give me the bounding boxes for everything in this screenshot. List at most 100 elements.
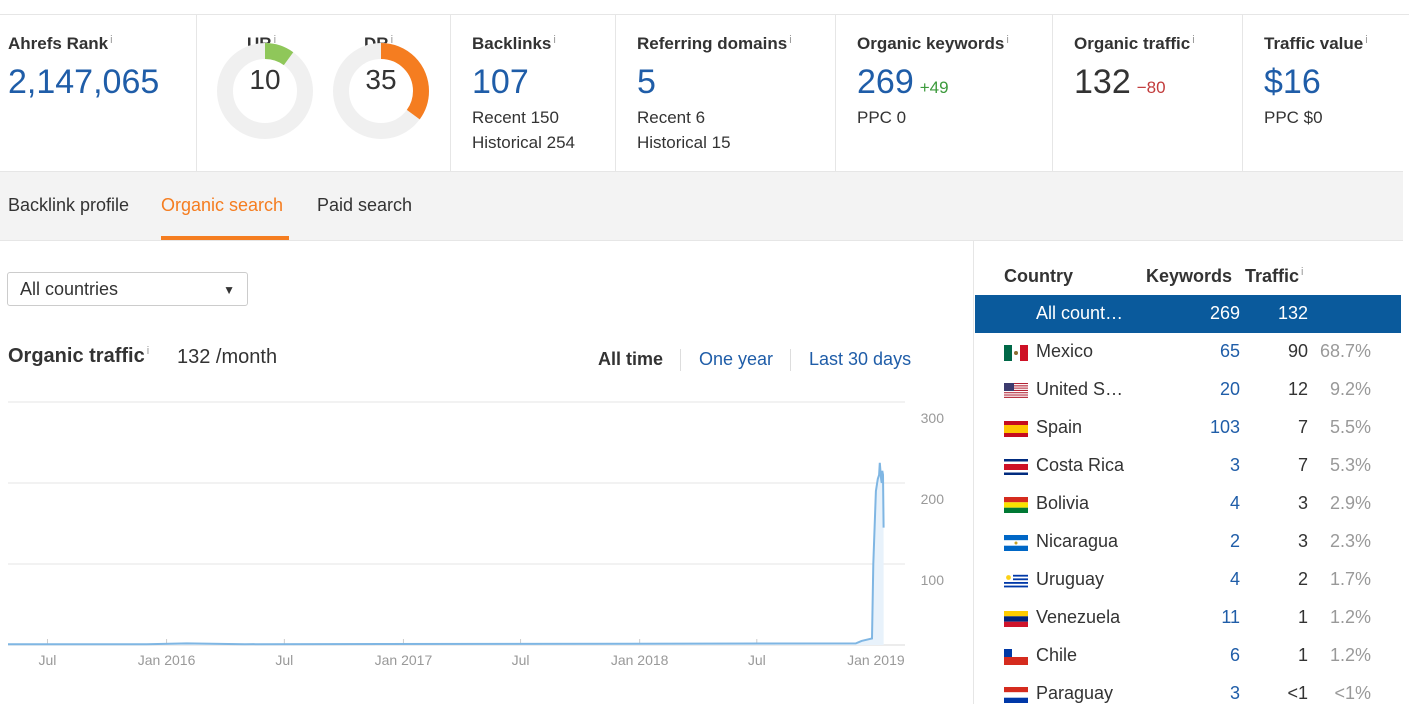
table-row[interactable]: Nicaragua 2 3 2.3% <box>975 523 1401 561</box>
row-country: All count… <box>1036 303 1124 323</box>
table-row[interactable]: Paraguay 3 <1 <1% <box>975 675 1401 713</box>
x-tick-label: Jan 2017 <box>375 652 433 668</box>
table-row[interactable]: Spain 103 7 5.5% <box>975 409 1401 447</box>
row-traffic-share: 2.9% <box>1329 493 1371 513</box>
row-traffic-share: 1.7% <box>1329 569 1371 589</box>
metric-ur-dr: UR i 10 DR i 35 <box>197 15 451 171</box>
row-traffic-share: 5.5% <box>1329 417 1371 437</box>
info-icon[interactable]: i <box>1365 34 1367 46</box>
referring-domains-value[interactable]: 5 <box>637 63 656 102</box>
y-tick-label: 300 <box>921 410 945 426</box>
organic-keywords-ppc: PPC 0 <box>857 108 907 127</box>
country-table: Country Keywords Traffic i All count… 269 1… <box>975 241 1403 704</box>
x-tick-label: Jul <box>748 652 766 668</box>
range-one-year[interactable]: One year <box>699 349 773 370</box>
flag-cr-icon <box>1004 459 1028 475</box>
row-country: Mexico <box>1036 341 1094 361</box>
x-tick-label: Jul <box>512 652 530 668</box>
header-country[interactable]: Country <box>1004 266 1073 287</box>
traffic-line <box>8 462 885 646</box>
table-row[interactable]: Uruguay 4 2 1.7% <box>975 561 1401 599</box>
country-select[interactable]: All countries ▼ <box>7 272 248 306</box>
table-row[interactable]: Costa Rica 3 7 5.3% <box>975 447 1401 485</box>
metric-label: Backlinks i <box>472 34 556 53</box>
flag-mx-icon <box>1004 345 1028 361</box>
organic-traffic-monthly: 132 /month <box>177 346 278 368</box>
backlinks-historical: Historical 254 <box>472 133 575 152</box>
row-keywords[interactable]: 103 <box>1210 417 1240 438</box>
info-icon[interactable]: i <box>1301 266 1303 278</box>
row-country: Venezuela <box>1036 607 1121 627</box>
row-keywords[interactable]: 6 <box>1230 645 1240 666</box>
metric-backlinks: Backlinks i 107 Recent 150 Historical 254 <box>451 15 616 171</box>
caret-down-icon: ▼ <box>223 283 235 297</box>
table-row[interactable]: Venezuela 11 1 1.2% <box>975 599 1401 637</box>
ahrefs-rank-value[interactable]: 2,147,065 <box>8 63 159 102</box>
flag-py-icon <box>1004 687 1028 703</box>
metric-label: Referring domains i <box>637 34 792 53</box>
organic-traffic-chart[interactable]: 100 200 300 Jul Jan 2016 Jul Jan 2017 Jul Jan 20… <box>0 396 960 701</box>
dr-value: 35 <box>365 64 397 95</box>
referring-domains-recent: Recent 6 <box>637 108 706 127</box>
row-traffic-share: 5.3% <box>1329 455 1371 475</box>
header-traffic[interactable]: Traffic i <box>1245 266 1303 287</box>
info-icon[interactable]: i <box>147 345 149 357</box>
table-row[interactable]: Bolivia 4 3 2.9% <box>975 485 1401 523</box>
country-select-value: All countries <box>20 279 119 299</box>
row-keywords[interactable]: 3 <box>1230 455 1240 476</box>
row-keywords[interactable]: 2 <box>1230 531 1240 552</box>
row-traffic: 132 <box>1277 303 1308 323</box>
table-row-selected[interactable]: All count… 269 132 <box>975 295 1401 333</box>
header-keywords[interactable]: Keywords <box>1146 266 1232 287</box>
row-keywords[interactable]: 11 <box>1221 607 1240 628</box>
metric-label: Organic keywords i <box>857 34 1009 53</box>
row-traffic: 12 <box>1287 379 1308 399</box>
row-keywords[interactable]: 269 <box>1210 303 1240 324</box>
info-icon[interactable]: i <box>553 34 555 46</box>
panel-divider <box>973 241 974 704</box>
info-icon[interactable]: i <box>110 34 112 46</box>
flag-ve-icon <box>1004 611 1028 627</box>
backlinks-recent: Recent 150 <box>472 108 559 127</box>
organic-traffic-number: 132 <box>1074 63 1131 101</box>
range-all-time[interactable]: All time <box>598 349 663 370</box>
organic-keywords-value: 269 +49 <box>857 63 949 102</box>
row-keywords[interactable]: 4 <box>1230 493 1240 514</box>
row-country: Uruguay <box>1036 569 1105 589</box>
metric-organic-traffic: Organic traffic i 132 −80 <box>1053 15 1243 171</box>
row-traffic-share: 2.3% <box>1329 531 1371 551</box>
row-keywords[interactable]: 3 <box>1230 683 1240 704</box>
backlinks-value[interactable]: 107 <box>472 63 529 102</box>
row-country: Chile <box>1036 645 1078 665</box>
info-icon[interactable]: i <box>789 34 791 46</box>
x-tick-label: Jul <box>275 652 293 668</box>
tab-organic-search[interactable]: Organic search <box>161 195 283 216</box>
table-row[interactable]: Mexico 65 90 68.7% <box>975 333 1401 371</box>
flag-uy-icon <box>1004 573 1028 589</box>
tab-backlink-profile[interactable]: Backlink profile <box>8 195 129 216</box>
range-last-30-days[interactable]: Last 30 days <box>809 349 911 370</box>
row-keywords[interactable]: 20 <box>1220 379 1240 400</box>
row-traffic-share: <1% <box>1334 683 1371 703</box>
row-traffic: 1 <box>1297 607 1308 627</box>
traffic-value-value[interactable]: $16 <box>1264 63 1321 102</box>
tab-paid-search[interactable]: Paid search <box>317 195 412 216</box>
ur-value: 10 <box>249 64 281 95</box>
flag-ni-icon <box>1004 535 1028 551</box>
metric-traffic-value: Traffic value i $16 PPC $0 <box>1243 15 1403 171</box>
row-country: Paraguay <box>1036 683 1114 703</box>
table-row[interactable]: United S… 20 12 9.2% <box>975 371 1401 409</box>
info-icon[interactable]: i <box>1192 34 1194 46</box>
table-row[interactable]: Chile 6 1 1.2% <box>975 637 1401 675</box>
row-keywords[interactable]: 65 <box>1220 341 1240 362</box>
traffic-area <box>8 462 884 645</box>
row-keywords[interactable]: 4 <box>1230 569 1240 590</box>
range-divider <box>790 349 791 371</box>
row-traffic: 7 <box>1297 417 1308 437</box>
row-traffic: 3 <box>1297 531 1308 551</box>
row-country: Nicaragua <box>1036 531 1119 551</box>
row-traffic: 7 <box>1297 455 1308 475</box>
info-icon[interactable]: i <box>1006 34 1008 46</box>
organic-keywords-number[interactable]: 269 <box>857 63 914 101</box>
metric-referring-domains: Referring domains i 5 Recent 6 Historical… <box>616 15 836 171</box>
